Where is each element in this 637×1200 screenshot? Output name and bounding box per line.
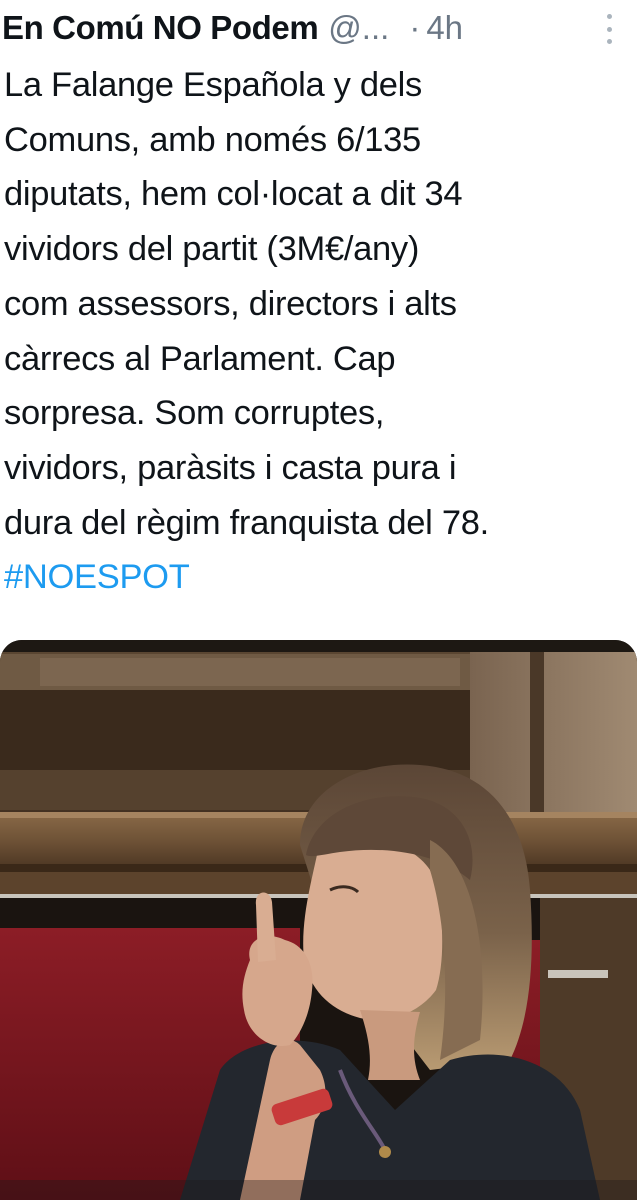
author-handle[interactable]: @... — [328, 8, 389, 48]
vertical-ellipsis-icon[interactable] — [606, 14, 612, 44]
tweet-text-line: càrrecs al Parlament. Cap — [4, 339, 396, 378]
tweet-photo[interactable] — [0, 640, 637, 1200]
tweet-text-line: vividors, paràsits i casta pura i — [4, 448, 457, 487]
parliament-photo — [0, 640, 637, 1200]
tweet-header: En Comú NO Podem @... · 4h — [2, 4, 634, 52]
tweet-text-line: sorpresa. Som corruptes, — [4, 394, 385, 433]
tweet-text: La Falange Española y dels Comuns, amb n… — [4, 58, 632, 605]
author-name[interactable]: En Comú NO Podem — [2, 8, 319, 48]
tweet-text-line: diputats, hem col·locat a dit 34 — [4, 175, 463, 214]
tweet-text-line: dura del règim franquista del 78. — [4, 503, 489, 542]
tweet-text-line: com assessors, directors i alts — [4, 284, 457, 323]
timestamp[interactable]: 4h — [426, 8, 463, 48]
tweet-text-line: La Falange Española y dels — [4, 66, 422, 104]
tweet-text-line: Comuns, amb només 6/135 — [4, 120, 421, 159]
hashtag-link[interactable]: #NOESPOT — [4, 550, 632, 605]
separator-dot: · — [409, 9, 421, 46]
tweet-text-line: vividors del partit (3M€/any) — [4, 230, 420, 269]
